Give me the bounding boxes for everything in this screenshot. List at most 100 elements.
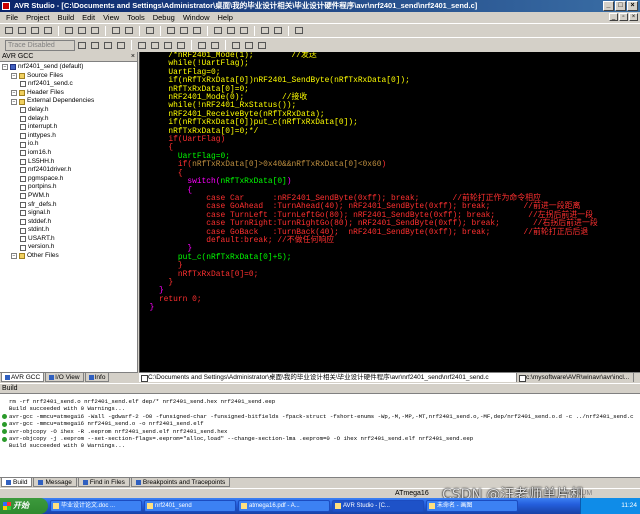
- step-into-button[interactable]: [136, 40, 148, 51]
- mdi-minimize-button[interactable]: _: [609, 13, 618, 21]
- tree-item[interactable]: USART.h: [0, 235, 137, 244]
- help-button[interactable]: [293, 25, 305, 36]
- menu-view[interactable]: View: [99, 12, 123, 23]
- step-over-button[interactable]: [149, 40, 161, 51]
- menu-window[interactable]: Window: [179, 12, 214, 23]
- tree-item[interactable]: portpins.h: [0, 183, 137, 192]
- save-all-button[interactable]: [42, 25, 54, 36]
- redo-button[interactable]: [123, 25, 135, 36]
- build-output[interactable]: rm -rf nrf2401_send.o nrf2401_send.elf d…: [0, 393, 640, 477]
- tree-item[interactable]: io.h: [0, 140, 137, 149]
- tree-item[interactable]: nrf2401_send.c: [0, 80, 137, 89]
- mdi-restore-button[interactable]: ▫: [619, 13, 628, 21]
- code-line[interactable]: if(UartFlag): [140, 135, 640, 144]
- start-button[interactable]: 开始: [0, 498, 48, 514]
- maximize-button[interactable]: □: [615, 1, 626, 11]
- tree-item[interactable]: delay.h: [0, 115, 137, 124]
- tab-i-o-view[interactable]: I/O View: [45, 373, 84, 382]
- code-line[interactable]: }: [140, 278, 640, 287]
- tab-message[interactable]: Message: [33, 478, 77, 487]
- close-button[interactable]: ×: [627, 1, 638, 11]
- registers-button[interactable]: [256, 40, 268, 51]
- find-button[interactable]: [144, 25, 156, 36]
- tree-item[interactable]: − Header Files: [0, 89, 137, 98]
- run-button[interactable]: [76, 40, 88, 51]
- undo-button[interactable]: [110, 25, 122, 36]
- tree-item[interactable]: inttypes.h: [0, 132, 137, 141]
- stop-button[interactable]: [102, 40, 114, 51]
- tree-item[interactable]: iom16.h: [0, 149, 137, 158]
- expand-icon[interactable]: −: [11, 72, 17, 79]
- tree-item[interactable]: signal.h: [0, 209, 137, 218]
- step-out-button[interactable]: [162, 40, 174, 51]
- panel-close-icon[interactable]: ×: [131, 52, 135, 62]
- code-line[interactable]: switch(nRfTxRxData[0]): [140, 177, 640, 186]
- code-text[interactable]: /*nRF2401_Mode(1); //发送 while(!UartFlag)…: [140, 52, 640, 313]
- outdent-button[interactable]: [272, 25, 284, 36]
- code-line[interactable]: if(nRfTxRxData[0]>0x40&&nRfTxRxData[0]<0…: [140, 161, 640, 169]
- mdi-close-button[interactable]: ×: [629, 13, 638, 21]
- tree-item[interactable]: − Other Files: [0, 252, 137, 261]
- clear-breakpoints-button[interactable]: [209, 40, 221, 51]
- taskbar-task[interactable]: atmega16.pdf - A...: [238, 500, 330, 512]
- open-button[interactable]: [16, 25, 28, 36]
- tab-avr-gcc[interactable]: AVR GCC: [1, 373, 45, 382]
- expand-icon[interactable]: −: [11, 90, 17, 97]
- tree-item[interactable]: sfr_defs.h: [0, 201, 137, 210]
- tree-item[interactable]: PWM.h: [0, 192, 137, 201]
- code-line[interactable]: default:break; //不做任何响应: [140, 236, 640, 245]
- expand-icon[interactable]: −: [11, 98, 17, 105]
- pause-button[interactable]: [89, 40, 101, 51]
- new-file-button[interactable]: [3, 25, 15, 36]
- menu-debug[interactable]: Debug: [149, 12, 179, 23]
- expand-icon[interactable]: −: [2, 64, 8, 71]
- code-line[interactable]: return 0;: [140, 295, 640, 304]
- code-line[interactable]: }: [140, 303, 640, 312]
- watch-button[interactable]: [230, 40, 242, 51]
- code-line[interactable]: }: [140, 287, 640, 295]
- tree-item[interactable]: pgmspace.h: [0, 175, 137, 184]
- expand-icon[interactable]: −: [11, 253, 17, 260]
- minimize-button[interactable]: _: [603, 1, 614, 11]
- tree-item[interactable]: interrupt.h: [0, 123, 137, 132]
- tab-breakpoints-and-tracepoints[interactable]: Breakpoints and Tracepoints: [130, 478, 231, 487]
- paste-button[interactable]: [89, 25, 101, 36]
- bookmark-button[interactable]: [212, 25, 224, 36]
- tree-item[interactable]: LS5HH.h: [0, 158, 137, 167]
- compile-button[interactable]: [191, 25, 203, 36]
- menu-edit[interactable]: Edit: [78, 12, 99, 23]
- menu-tools[interactable]: Tools: [123, 12, 149, 23]
- reset-button[interactable]: [115, 40, 127, 51]
- run-to-cursor-button[interactable]: [175, 40, 187, 51]
- build-button[interactable]: [165, 25, 177, 36]
- menu-file[interactable]: File: [2, 12, 22, 23]
- code-line[interactable]: put_c(nRfTxRxData[0]+5);: [140, 253, 640, 262]
- tab-build[interactable]: Build: [1, 478, 33, 487]
- tree-item[interactable]: stdint.h: [0, 226, 137, 235]
- breakpoint-button[interactable]: [196, 40, 208, 51]
- rebuild-button[interactable]: [178, 25, 190, 36]
- bookmark-next-button[interactable]: [225, 25, 237, 36]
- taskbar-task[interactable]: nrf2401_send: [144, 500, 236, 512]
- tree-item[interactable]: stddef.h: [0, 218, 137, 227]
- tree-item[interactable]: nrf2401driver.h: [0, 166, 137, 175]
- tree-item[interactable]: − External Dependencies: [0, 97, 137, 106]
- taskbar-task[interactable]: AVR Studio - [C...: [332, 500, 424, 512]
- tree-item[interactable]: − nrf2401_send (default): [0, 63, 137, 72]
- memory-button[interactable]: [243, 40, 255, 51]
- taskbar-task[interactable]: 毕业设计论文.doc ...: [50, 500, 142, 512]
- save-button[interactable]: [29, 25, 41, 36]
- taskbar-task[interactable]: 未命名 - 画图: [426, 500, 518, 512]
- editor-tab[interactable]: c:\mysoftware\AVR\winavr\avr\incl...: [517, 373, 635, 382]
- cut-button[interactable]: [63, 25, 75, 36]
- menu-project[interactable]: Project: [22, 12, 53, 23]
- editor-tab[interactable]: C:\Documents and Settings\Administrator\…: [139, 373, 517, 382]
- code-editor[interactable]: /*nRF2401_Mode(1); //发送 while(!UartFlag)…: [139, 52, 640, 372]
- menu-help[interactable]: Help: [214, 12, 237, 23]
- copy-button[interactable]: [76, 25, 88, 36]
- trace-combo[interactable]: Trace Disabled: [5, 39, 75, 51]
- bookmark-prev-button[interactable]: [238, 25, 250, 36]
- tree-item[interactable]: delay.h: [0, 106, 137, 115]
- menu-build[interactable]: Build: [53, 12, 78, 23]
- indent-button[interactable]: [259, 25, 271, 36]
